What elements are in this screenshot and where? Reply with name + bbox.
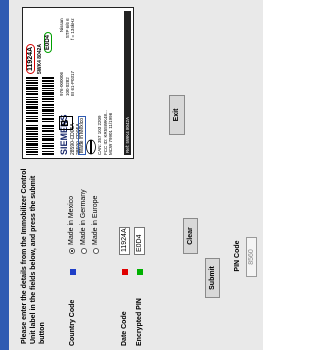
app-window: Please enter the details from the Immobi… [0, 0, 263, 350]
radio-selected-icon [68, 248, 75, 254]
country-code-label: Country Code [69, 299, 76, 346]
radio-made-in-germany[interactable]: Made in Germany [80, 189, 87, 254]
encrypted-pin-input[interactable]: E0D4 [134, 227, 145, 255]
radio-made-in-mexico[interactable]: Made in Mexico [68, 196, 75, 254]
nissan-logo-icon [86, 139, 96, 155]
label-part-number: 5WK4 8042A [37, 43, 43, 74]
ecu-label-image: 11924A 5WK4 8042A E0D4 SIEMENS B 28590-C… [22, 7, 134, 159]
label-info-column: CAN: 357 103 2209 FCC ID: KR55WK48... MC… [97, 110, 114, 155]
title-bar [0, 0, 9, 350]
label-right-column: 976-000006 100 0282 EI 61-P0317 [59, 71, 76, 96]
label-footer: Ref: 5WK4 8042A [124, 11, 131, 155]
country-code-color-swatch [70, 269, 76, 275]
label-info-line: CAN: 357 103 2209 [97, 115, 102, 155]
clear-button[interactable]: Clear [183, 218, 198, 254]
pin-code-label: PIN Code [234, 240, 241, 272]
label-date-code-highlight: 11924A [26, 43, 35, 74]
label-made-in-highlight: Made in Mexico [78, 115, 86, 155]
label-info-line: f = 134kHz [70, 18, 75, 40]
label-info-line: 976-000006 [59, 71, 64, 96]
barcode-icon [26, 77, 38, 122]
radio-label: Made in Europe [92, 195, 99, 245]
radio-unselected-icon [80, 248, 87, 254]
encrypted-pin-color-swatch [137, 269, 143, 275]
radio-label: Made in Mexico [68, 195, 75, 245]
instructions-text: Please enter the details from the Immobi… [21, 168, 46, 344]
radio-unselected-icon [92, 248, 99, 254]
encrypted-pin-label: Encrypted PIN [136, 298, 143, 346]
date-code-color-swatch [122, 269, 128, 275]
label-info-line: EI 61-P0317 [70, 70, 75, 96]
date-code-input[interactable]: 11924A [119, 227, 130, 255]
barcode-icon [42, 125, 54, 155]
barcode-icon [26, 125, 38, 155]
date-code-label: Date Code [121, 311, 128, 346]
label-nissan-info: Nissan STP 6/6 6 f = 134kHz [59, 18, 76, 40]
main-panel: Please enter the details from the Immobi… [9, 0, 263, 350]
exit-button[interactable]: Exit [169, 95, 185, 135]
label-encrypted-pin-highlight: E0D4 [44, 31, 52, 53]
submit-button[interactable]: Submit [205, 258, 220, 298]
barcode-icon [42, 77, 54, 122]
label-info-line: MCW 79901 11/1996 [108, 112, 113, 155]
pin-code-output: 8560 [246, 237, 257, 277]
radio-made-in-europe[interactable]: Made in Europe [92, 196, 99, 254]
radio-label: Made in Germany [80, 189, 87, 245]
